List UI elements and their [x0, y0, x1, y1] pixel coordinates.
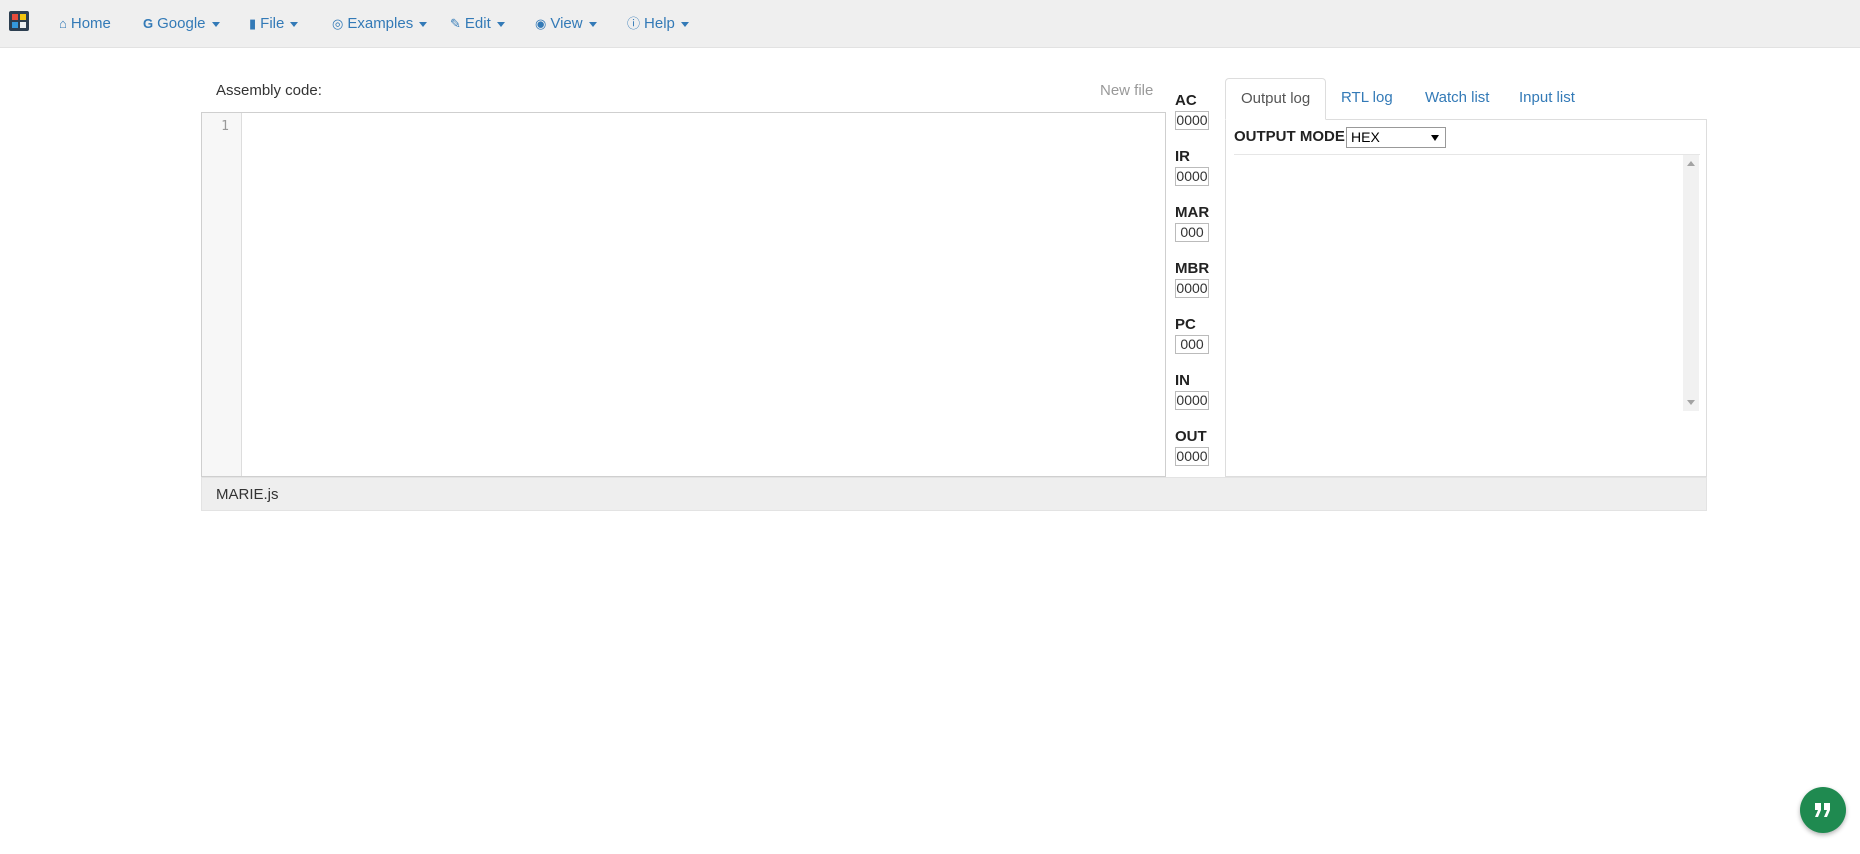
file-icon: ▮ [249, 16, 257, 31]
register-ac-label: AC [1175, 92, 1197, 109]
register-out-value: 0000 [1175, 447, 1209, 466]
eye-icon: ◉ [535, 16, 547, 31]
output-log-area[interactable] [1234, 154, 1700, 411]
output-mode-select[interactable]: HEX [1346, 127, 1446, 148]
register-mbr-label: MBR [1175, 260, 1210, 277]
assembly-code-label: Assembly code: [216, 82, 322, 99]
quote-icon [1815, 803, 1830, 817]
register-in-label: IN [1175, 372, 1190, 389]
footer-app-name: MARIE.js [216, 486, 279, 503]
navbar: ⌂ Home G Google ▮ File ◎ Examples ✎ Edit ◉ Vie… [0, 0, 1860, 48]
nav-view-dropdown[interactable]: ◉ View [535, 13, 597, 35]
nav-google-label: Google [157, 15, 206, 32]
google-icon: G [143, 16, 154, 31]
register-mbr-value: 0000 [1175, 279, 1209, 298]
nav-home[interactable]: ⌂ Home [59, 13, 111, 35]
register-ir-value: 0000 [1175, 167, 1209, 186]
output-scrollbar[interactable] [1683, 155, 1699, 411]
chevron-down-icon [496, 21, 505, 27]
output-mode-value: HEX [1351, 129, 1380, 145]
register-pc-label: PC [1175, 316, 1196, 333]
register-mar-value: 000 [1175, 223, 1209, 242]
nav-home-label: Home [70, 15, 111, 32]
register-out-label: OUT [1175, 428, 1207, 445]
footer: MARIE.js [201, 477, 1707, 511]
chevron-down-icon [211, 21, 220, 27]
code-editor[interactable]: 1 [201, 112, 1166, 477]
nav-examples-dropdown[interactable]: ◎ Examples [332, 13, 428, 35]
register-mar-label: MAR [1175, 204, 1210, 221]
nav-file-label: File [260, 15, 285, 32]
nav-edit-label: Edit [464, 15, 491, 32]
dropdown-arrow-icon [1431, 135, 1439, 141]
tab-input-list[interactable]: Input list [1519, 78, 1575, 120]
chevron-down-icon [588, 21, 597, 27]
scroll-up-icon[interactable] [1687, 161, 1695, 166]
pencil-icon: ✎ [450, 16, 461, 31]
output-mode-label: OUTPUT MODE: [1234, 128, 1350, 145]
nav-view-label: View [550, 15, 583, 32]
register-pc-value: 000 [1175, 335, 1209, 354]
chevron-down-icon [290, 21, 299, 27]
nav-google-dropdown[interactable]: G Google [143, 13, 220, 35]
scroll-down-icon[interactable] [1687, 400, 1695, 405]
new-file-button[interactable]: New file [1100, 82, 1153, 99]
nav-help-dropdown[interactable]: ⓘ Help [627, 13, 689, 35]
home-icon: ⌂ [59, 16, 67, 31]
tab-watch-list[interactable]: Watch list [1425, 78, 1489, 120]
app-logo-icon[interactable] [9, 11, 29, 31]
tab-rtl-log[interactable]: RTL log [1341, 78, 1393, 120]
feedback-button[interactable] [1800, 787, 1846, 833]
tab-output-log[interactable]: Output log [1225, 78, 1327, 120]
nav-file-dropdown[interactable]: ▮ File [249, 13, 299, 35]
lightbulb-icon: ◎ [332, 16, 344, 31]
question-circle-icon: ⓘ [627, 16, 641, 31]
nav-edit-dropdown[interactable]: ✎ Edit [450, 13, 505, 35]
register-in-value: 0000 [1175, 391, 1209, 410]
register-ac-value: 0000 [1175, 111, 1209, 130]
register-ir-label: IR [1175, 148, 1190, 165]
chevron-down-icon [680, 21, 689, 27]
nav-help-label: Help [644, 15, 675, 32]
nav-examples-label: Examples [347, 15, 414, 32]
line-number-gutter: 1 [202, 113, 242, 476]
line-number: 1 [221, 119, 229, 134]
chevron-down-icon [419, 21, 428, 27]
